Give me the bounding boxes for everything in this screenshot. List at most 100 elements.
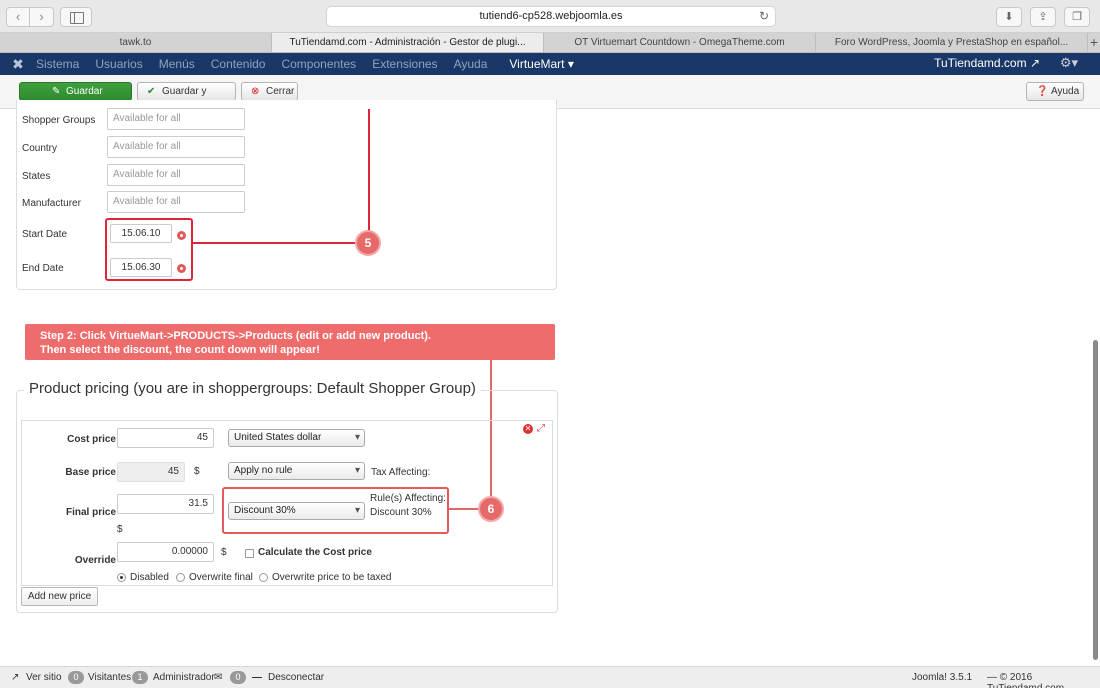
history-nav: ‹ › bbox=[6, 7, 54, 27]
save-label: Guardar bbox=[66, 86, 103, 97]
country-field[interactable]: Available for all bbox=[107, 136, 245, 158]
gear-icon[interactable]: ⚙▾ bbox=[1060, 55, 1078, 71]
menu-usuarios[interactable]: Usuarios bbox=[95, 57, 142, 71]
remove-price-icon[interactable]: ✕ bbox=[523, 424, 533, 434]
base-price-currency: $ bbox=[194, 466, 200, 477]
states-label: States bbox=[22, 171, 51, 182]
messages-count-badge: 0 bbox=[230, 671, 246, 684]
manufacturer-label: Manufacturer bbox=[22, 198, 81, 209]
annotation-badge-5: 5 bbox=[355, 230, 381, 256]
annotation-badge-6: 6 bbox=[478, 496, 504, 522]
admin-menu: ✖ Sistema Usuarios Menús Contenido Compo… bbox=[0, 53, 1100, 75]
tab-strip: tawk.to TuTiendamd.com - Administración … bbox=[0, 33, 1100, 53]
tab-omegatheme[interactable]: OT Virtuemart Countdown - OmegaTheme.com bbox=[544, 33, 816, 52]
visitors-label: Visitantes bbox=[88, 672, 132, 683]
tax-affecting-label: Tax Affecting: bbox=[371, 467, 431, 478]
country-label: Country bbox=[22, 143, 58, 154]
browser-toolbar: ‹ › tutiend6-cp528.webjoomla.es ↻ ⬇ ⇪ ❐ bbox=[0, 0, 1100, 33]
logout-icon: — bbox=[252, 672, 262, 683]
step2-line1: Step 2: Click VirtueMart->PRODUCTS->Prod… bbox=[40, 330, 431, 342]
currency-select[interactable]: United States dollar bbox=[228, 429, 365, 447]
final-price-currency: $ bbox=[117, 524, 123, 535]
joomla-logo-icon[interactable]: ✖ bbox=[0, 56, 36, 73]
menu-sistema[interactable]: Sistema bbox=[36, 57, 79, 71]
help-label: Ayuda bbox=[1051, 86, 1080, 97]
check-icon: ✔ bbox=[147, 86, 156, 97]
menu-ayuda[interactable]: Ayuda bbox=[454, 57, 488, 71]
overwrite-taxed-radio[interactable] bbox=[259, 573, 268, 582]
overwrite-final-label: Overwrite final bbox=[189, 572, 253, 583]
back-button[interactable]: ‹ bbox=[6, 7, 30, 27]
admin-count-badge: 1 bbox=[132, 671, 148, 684]
close-label: Cerrar bbox=[266, 86, 295, 97]
base-price-label: Base price bbox=[65, 467, 116, 478]
joomla-version: Joomla! 3.5.1 bbox=[912, 672, 973, 683]
annotation-5-vertical-line bbox=[368, 109, 370, 232]
dates-highlight-box bbox=[105, 218, 193, 281]
menu-virtuemart[interactable]: VirtueMart ▾ bbox=[509, 57, 574, 71]
tab-foro[interactable]: Foro WordPress, Joomla y PrestaShop en e… bbox=[816, 33, 1088, 52]
page-scrollbar[interactable] bbox=[1093, 340, 1098, 660]
logout-link[interactable]: Desconectar bbox=[268, 672, 324, 683]
final-price-input[interactable]: 31.5 bbox=[117, 494, 214, 514]
manufacturer-field[interactable]: Available for all bbox=[107, 191, 245, 213]
add-new-price-button[interactable]: Add new price bbox=[21, 587, 98, 606]
save-close-button[interactable]: ✔ Guardar y cerrar bbox=[137, 82, 236, 114]
edit-icon: ✎ bbox=[52, 86, 61, 97]
mail-icon[interactable]: ✉ bbox=[214, 672, 222, 683]
menu-componentes[interactable]: Componentes bbox=[281, 57, 356, 71]
discount-highlight-box bbox=[222, 487, 449, 534]
cost-price-label: Cost price bbox=[67, 434, 116, 445]
close-icon: ⊗ bbox=[251, 86, 260, 97]
product-pricing-legend: Product pricing (you are in shoppergroup… bbox=[24, 380, 481, 397]
tab-tawk[interactable]: tawk.to bbox=[0, 33, 272, 52]
cost-price-input[interactable]: 45 bbox=[117, 428, 214, 448]
shopper-groups-field[interactable]: Available for all bbox=[107, 108, 245, 130]
annotation-6-horizontal-line bbox=[449, 508, 479, 510]
browser-actions: ⬇ ⇪ ❐ bbox=[996, 7, 1090, 27]
states-field[interactable]: Available for all bbox=[107, 164, 245, 186]
reload-icon[interactable]: ↻ bbox=[759, 7, 769, 26]
override-disabled-label: Disabled bbox=[130, 572, 169, 583]
new-tab-icon[interactable]: + bbox=[1088, 33, 1100, 52]
overwrite-final-radio[interactable] bbox=[176, 573, 185, 582]
forward-button[interactable]: › bbox=[30, 7, 54, 27]
help-button[interactable]: ❓ Ayuda bbox=[1026, 82, 1084, 101]
base-price-input: 45 bbox=[117, 462, 185, 482]
start-date-label: Start Date bbox=[22, 229, 68, 240]
step2-line2: Then select the discount, the count down… bbox=[40, 344, 320, 356]
visitors-count-badge: 0 bbox=[68, 671, 84, 684]
override-currency: $ bbox=[221, 547, 227, 558]
menu-extensiones[interactable]: Extensiones bbox=[372, 57, 437, 71]
final-price-label: Final price bbox=[65, 507, 116, 518]
view-site-link[interactable]: Ver sitio bbox=[26, 672, 62, 683]
override-label: Override bbox=[74, 555, 116, 566]
share-icon[interactable]: ⇪ bbox=[1030, 7, 1056, 27]
menu-menus[interactable]: Menús bbox=[159, 57, 195, 71]
tabs-overview-icon[interactable]: ❐ bbox=[1064, 7, 1090, 27]
annotation-5-horizontal-line bbox=[193, 242, 356, 244]
external-link-icon: ↗ bbox=[11, 672, 20, 683]
url-text: tutiend6-cp528.webjoomla.es bbox=[479, 10, 623, 22]
menu-contenido[interactable]: Contenido bbox=[211, 57, 266, 71]
overwrite-taxed-label: Overwrite price to be taxed bbox=[272, 572, 392, 583]
end-date-label: End Date bbox=[22, 263, 64, 274]
downloads-icon[interactable]: ⬇ bbox=[996, 7, 1022, 27]
override-disabled-radio[interactable] bbox=[117, 573, 126, 582]
sidebar-toggle-icon[interactable] bbox=[60, 7, 92, 27]
close-button[interactable]: ⊗ Cerrar bbox=[241, 82, 298, 101]
save-button[interactable]: ✎ Guardar bbox=[19, 82, 132, 101]
address-bar[interactable]: tutiend6-cp528.webjoomla.es ↻ bbox=[326, 6, 776, 27]
calculate-cost-label: Calculate the Cost price bbox=[258, 547, 372, 558]
admin-status-bar: ↗ Ver sitio 0 Visitantes 1 Administrador… bbox=[0, 666, 1100, 688]
step2-banner: Step 2: Click VirtueMart->PRODUCTS->Prod… bbox=[25, 324, 555, 360]
calculate-cost-checkbox[interactable] bbox=[245, 549, 254, 558]
shopper-groups-label: Shopper Groups bbox=[22, 115, 96, 126]
tax-rule-select[interactable]: Apply no rule bbox=[228, 462, 365, 480]
tab-admin[interactable]: TuTiendamd.com - Administración - Gestor… bbox=[272, 33, 544, 52]
expand-icon[interactable]: ⤢ bbox=[537, 423, 545, 434]
admin-label: Administrador bbox=[153, 672, 215, 683]
help-icon: ❓ bbox=[1036, 86, 1049, 97]
site-link[interactable]: TuTiendamd.com ↗ bbox=[934, 56, 1040, 70]
override-input[interactable]: 0.00000 bbox=[117, 542, 214, 562]
